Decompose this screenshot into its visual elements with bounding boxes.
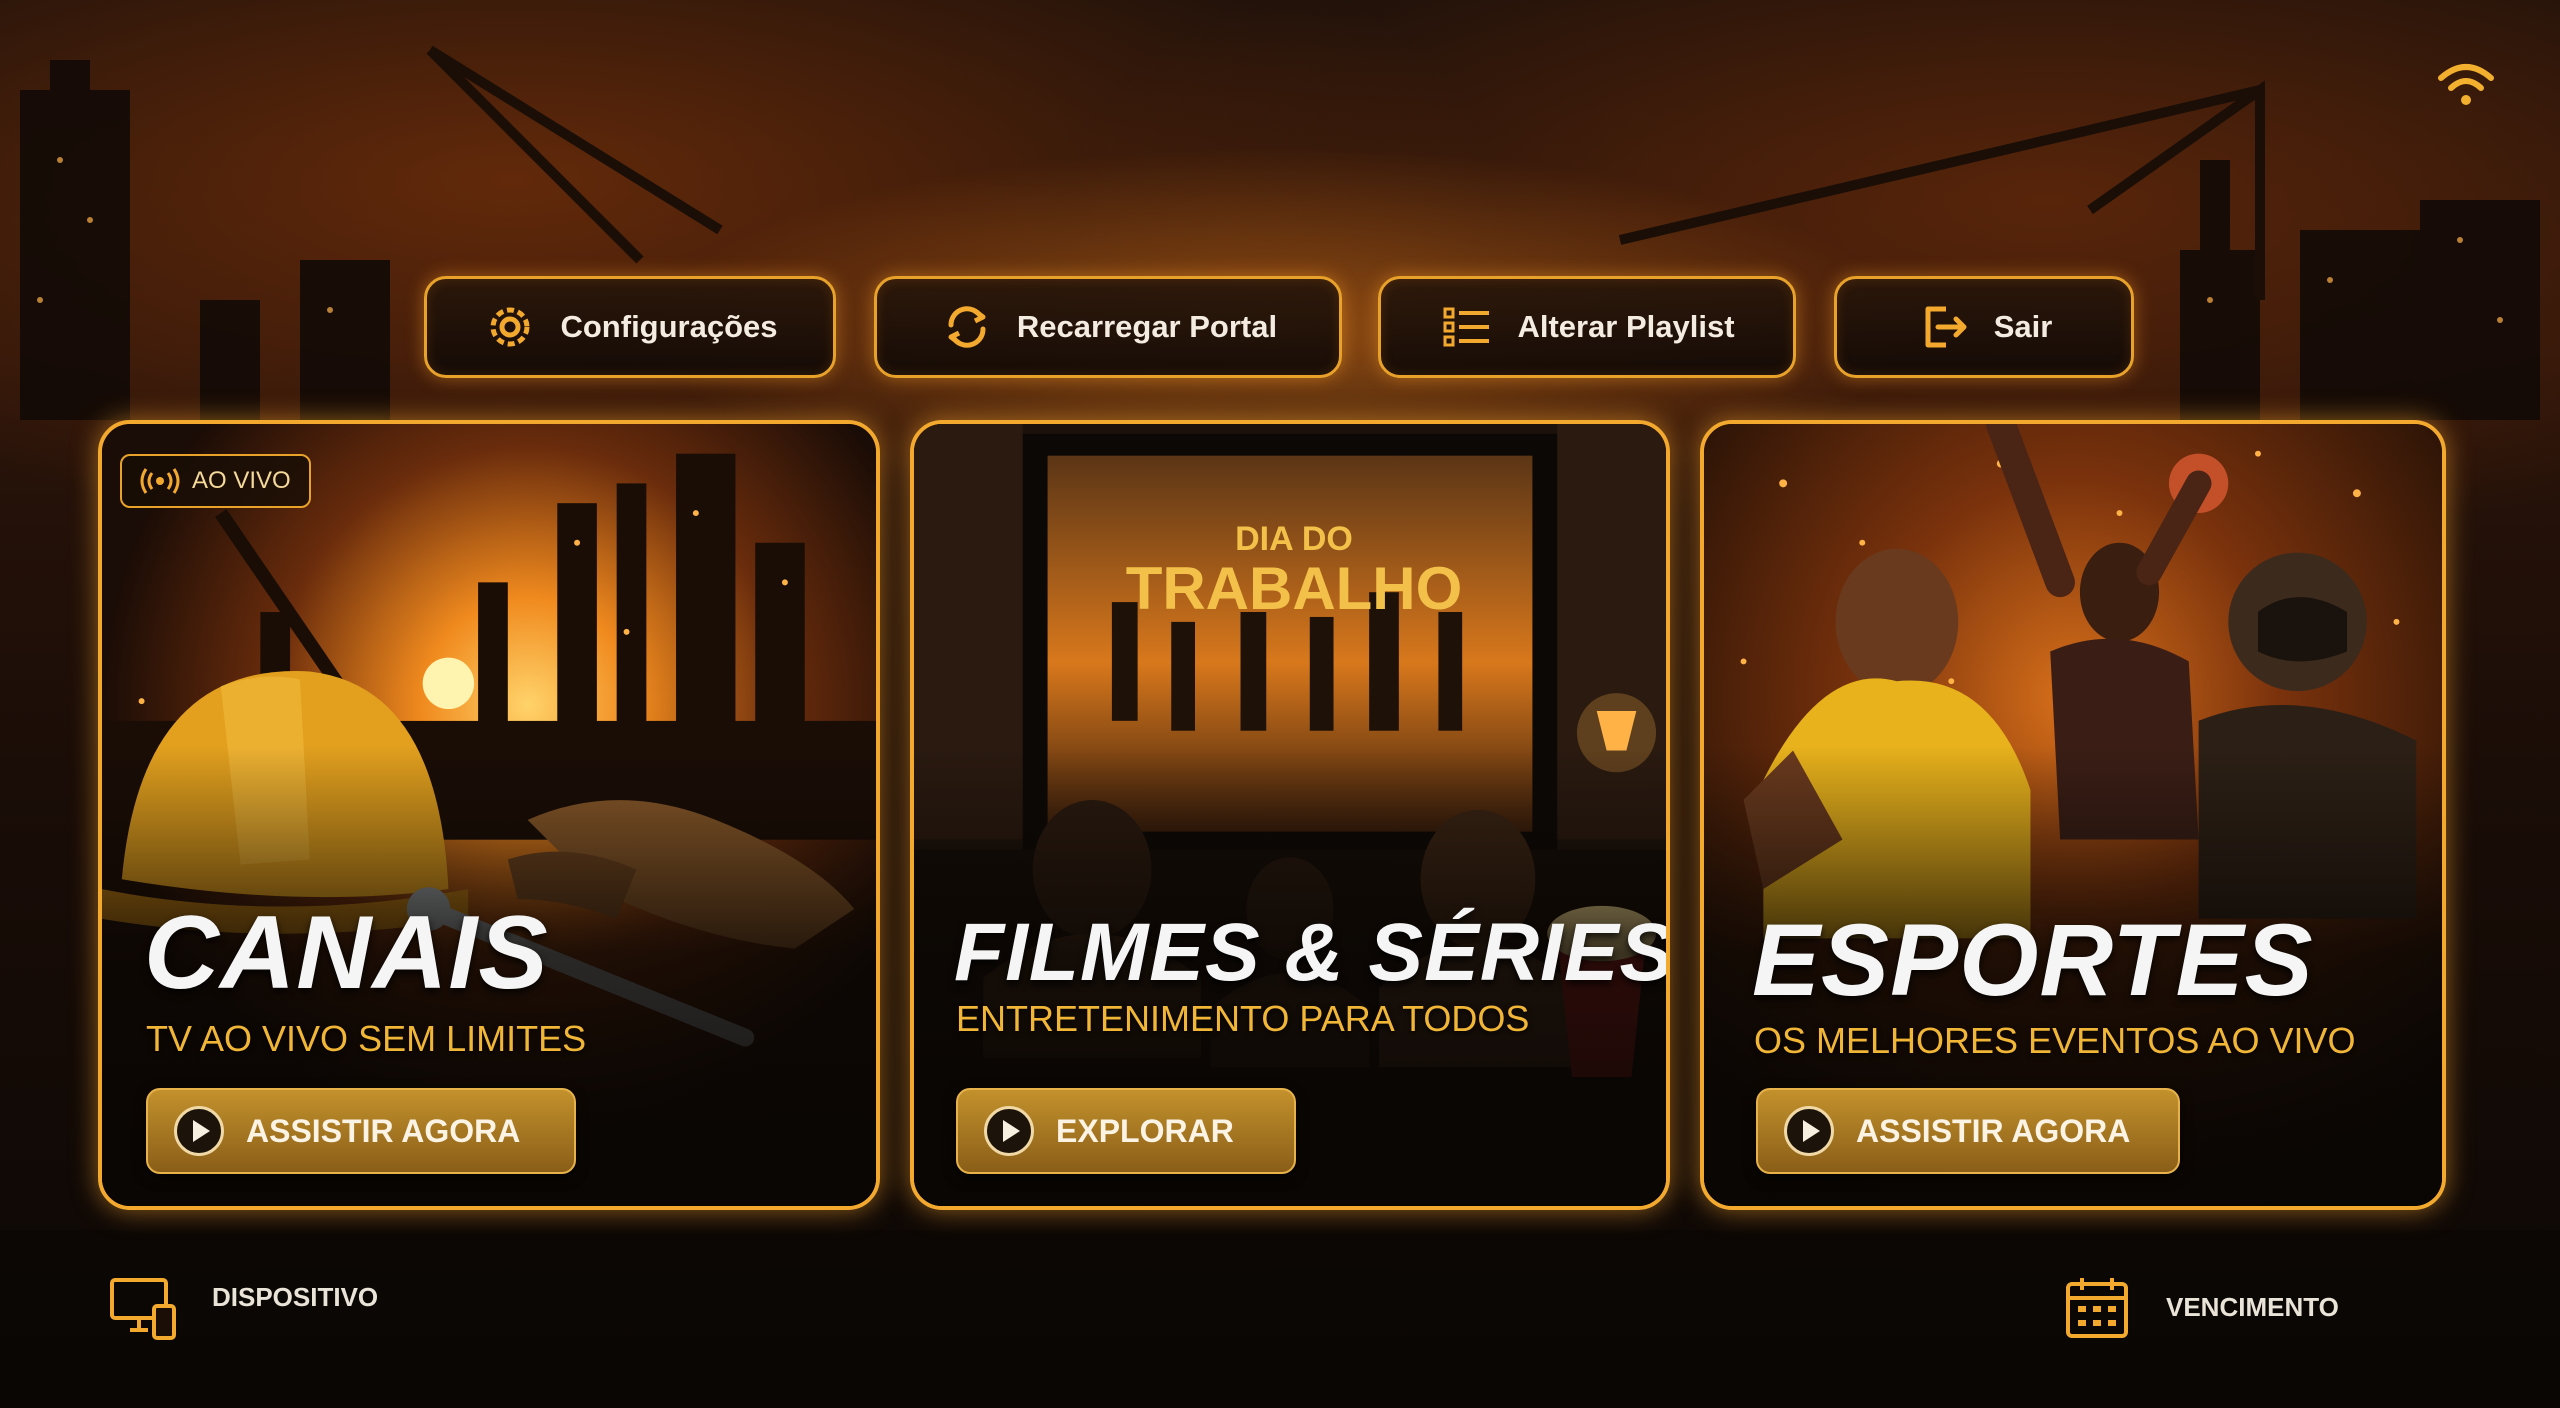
channels-watch-now-button[interactable]: ASSISTIR AGORA: [146, 1088, 576, 1174]
movies-title: FILMES & SÉRIES: [954, 907, 1670, 998]
exit-button[interactable]: Sair: [1834, 276, 2134, 378]
exit-icon: [1925, 306, 1967, 348]
sports-watch-now-button[interactable]: ASSISTIR AGORA: [1756, 1088, 2180, 1174]
expiry-label: VENCIMENTO: [2166, 1291, 2339, 1322]
change-playlist-label: Alterar Playlist: [1517, 309, 1735, 344]
channels-title: CANAIS: [144, 895, 549, 1011]
sports-cta-label: ASSISTIR AGORA: [1856, 1112, 2131, 1149]
live-badge-label: AO VIVO: [192, 467, 291, 494]
device-label: DISPOSITIVO: [212, 1281, 379, 1312]
settings-label: Configurações: [560, 309, 778, 344]
play-icon: [984, 1106, 1034, 1156]
reload-portal-label: Recarregar Portal: [1016, 309, 1278, 344]
change-playlist-button[interactable]: Alterar Playlist: [1378, 276, 1796, 378]
reload-portal-button[interactable]: Recarregar Portal: [874, 276, 1342, 378]
playlist-icon: [1443, 307, 1490, 347]
play-icon: [1784, 1106, 1834, 1156]
channels-cta-label: ASSISTIR AGORA: [246, 1112, 521, 1149]
settings-button[interactable]: Configurações: [424, 276, 836, 378]
movies-explore-button[interactable]: EXPLORAR: [956, 1088, 1296, 1174]
sports-subtitle: OS MELHORES EVENTOS AO VIVO: [1754, 1020, 2356, 1061]
channels-card[interactable]: CANAIS TV AO VIVO SEM LIMITES ASSISTIR A…: [98, 420, 880, 1210]
play-icon: [174, 1106, 224, 1156]
calendar-icon: [2066, 1278, 2128, 1338]
device-info[interactable]: DISPOSITIVO: [108, 1272, 378, 1342]
gear-icon: [490, 307, 530, 347]
expiry-info[interactable]: VENCIMENTO: [2062, 1272, 2339, 1342]
live-badge: AO VIVO: [120, 454, 311, 508]
live-icon: [140, 468, 180, 494]
movies-series-card[interactable]: DIA DO TRABALHO FILMES & SÉRIES ENTRETEN…: [910, 420, 1670, 1210]
sports-title: ESPORTES: [1752, 903, 2314, 1017]
movies-cta-label: EXPLORAR: [1056, 1112, 1234, 1149]
poster-line-2: TRABALHO: [1125, 555, 1463, 622]
channels-subtitle: TV AO VIVO SEM LIMITES: [146, 1018, 587, 1059]
movies-subtitle: ENTRETENIMENTO PARA TODOS: [956, 998, 1530, 1039]
refresh-icon: [948, 306, 986, 348]
wifi-icon: [2438, 64, 2494, 105]
device-icon: [110, 1278, 176, 1340]
exit-label: Sair: [1993, 309, 2053, 344]
sports-card[interactable]: ESPORTES OS MELHORES EVENTOS AO VIVO ASS…: [1700, 420, 2446, 1210]
